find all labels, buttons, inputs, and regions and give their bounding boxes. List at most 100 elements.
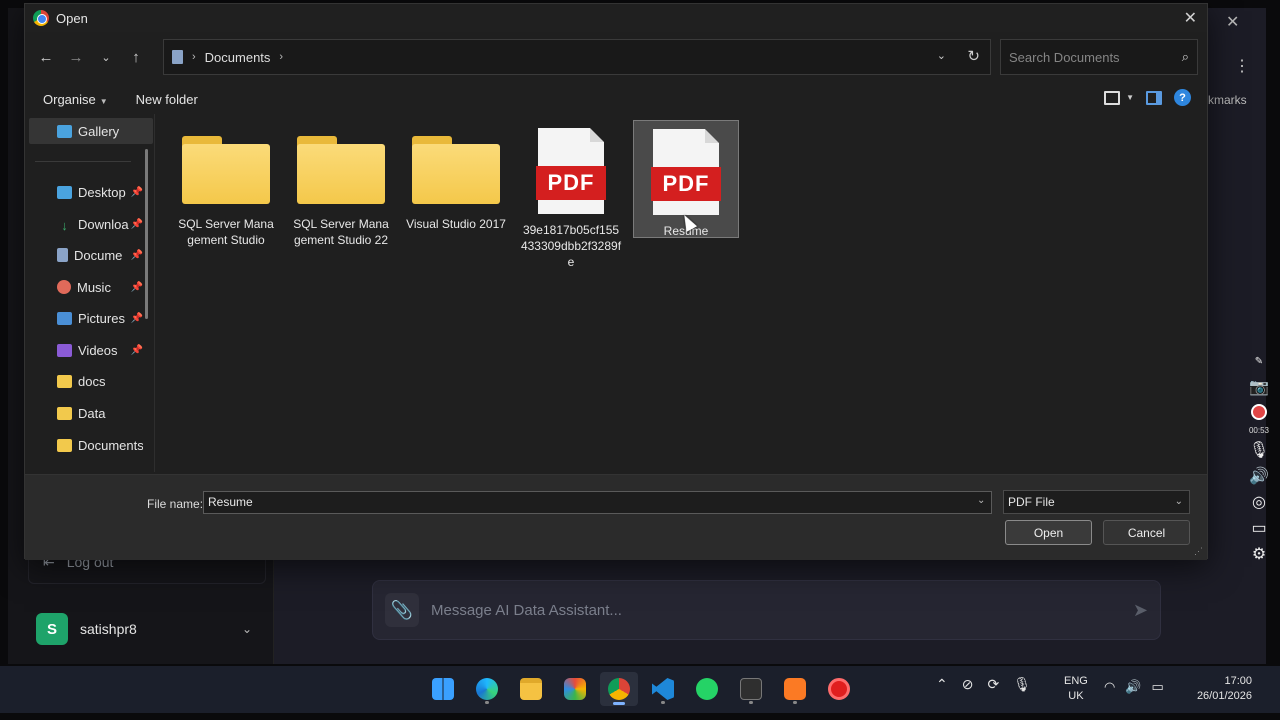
chevron-down-icon[interactable]: ⌄ xyxy=(242,622,252,636)
windows-icon xyxy=(432,678,454,700)
recording-toolbar: ✎ 📷 00:53 🎙 🔊 ◎ ▭ ⚙ xyxy=(1244,352,1274,574)
taskbar-edge[interactable] xyxy=(468,672,506,706)
wifi-icon: ◠ xyxy=(1104,679,1116,694)
taskbar-chrome[interactable] xyxy=(600,672,638,706)
message-input-bar[interactable]: 📎 Message AI Data Assistant... ➤ xyxy=(372,580,1161,640)
clock[interactable]: 17:00 26/01/2026 xyxy=(1188,674,1252,704)
nav-item-label: Documents xyxy=(78,437,143,453)
system-tray: ⌃ ⊘ ⟳ 🎙 xyxy=(936,676,1031,693)
music-icon xyxy=(57,280,71,294)
new-folder-button[interactable]: New folder xyxy=(108,92,198,107)
webcam-icon[interactable]: ◎ xyxy=(1252,493,1266,513)
language-indicator[interactable]: ENG UK xyxy=(1064,674,1088,704)
nav-item-gallery[interactable]: Gallery xyxy=(29,118,153,144)
screen-recorder-icon xyxy=(828,678,850,700)
up-arrow-icon[interactable]: ↑ xyxy=(121,49,151,66)
dialog-footer: File name: Resume ⌄ PDF File ⌄ Open Canc… xyxy=(25,474,1207,560)
chevron-down-icon[interactable]: ⌄ xyxy=(937,49,946,62)
breadcrumb-separator-icon[interactable]: › xyxy=(192,51,196,63)
sync-icon[interactable]: ⟳ xyxy=(987,676,999,693)
file-name: SQL Server Management Studio 22 xyxy=(293,217,389,247)
help-icon[interactable]: ? xyxy=(1174,89,1191,106)
chevron-up-icon[interactable]: ⌃ xyxy=(936,676,948,693)
organise-menu-button[interactable]: Organise ▼ xyxy=(25,92,108,107)
file-item-folder[interactable]: SQL Server Management Studio 22 xyxy=(288,120,394,270)
nav-pane-scrollbar[interactable] xyxy=(145,149,148,319)
refresh-icon[interactable]: ↻ xyxy=(967,47,980,65)
edge-icon xyxy=(476,678,498,700)
camera-icon[interactable]: 📷 xyxy=(1249,378,1269,398)
downloads-icon: ↓ xyxy=(61,217,68,233)
chevron-down-icon[interactable]: ⌄ xyxy=(977,495,985,506)
quick-settings[interactable]: ◠ 🔊 ▭ xyxy=(1104,679,1164,695)
organise-label: Organise xyxy=(43,91,96,107)
hidden-eye-icon[interactable]: ⊘ xyxy=(962,676,974,693)
taskbar-terminal[interactable] xyxy=(732,672,770,706)
taskbar: ⌃ ⊘ ⟳ 🎙 ENG UK ◠ 🔊 ▭ 17:00 26/01/2026 xyxy=(0,666,1280,713)
nav-item-desktop[interactable]: Desktop 📌 xyxy=(57,181,143,203)
resize-grip-icon[interactable]: ⋰ xyxy=(1194,546,1203,557)
nav-item-music[interactable]: Music 📌 xyxy=(57,276,143,298)
nav-item-downloads[interactable]: ↓ Downloa 📌 xyxy=(57,213,143,235)
file-explorer-icon xyxy=(520,678,542,700)
cancel-button[interactable]: Cancel xyxy=(1103,520,1190,545)
record-stop-icon[interactable] xyxy=(1251,404,1267,420)
file-item-pdf[interactable]: PDF 39e1817b05cf155433309dbb2f3289fe xyxy=(518,120,624,270)
pencil-icon[interactable]: ✎ xyxy=(1255,352,1263,372)
breadcrumb-separator-icon[interactable]: › xyxy=(279,51,283,63)
nav-item-documents-folder[interactable]: Documents xyxy=(57,434,143,456)
taskbar-photos[interactable] xyxy=(556,672,594,706)
gear-icon[interactable]: ⚙ xyxy=(1252,545,1266,565)
pin-icon: 📌 xyxy=(130,344,143,356)
start-button[interactable] xyxy=(424,672,462,706)
close-icon[interactable]: ✕ xyxy=(1184,8,1197,28)
battery-icon: ▭ xyxy=(1151,679,1164,694)
nav-item-videos[interactable]: Videos 📌 xyxy=(57,339,143,361)
taskbar-xampp[interactable] xyxy=(776,672,814,706)
documents-location-icon xyxy=(172,50,183,64)
back-arrow-icon[interactable]: ← xyxy=(31,49,61,66)
taskbar-file-explorer[interactable] xyxy=(512,672,550,706)
search-box[interactable]: Search Documents ⌕ xyxy=(1000,39,1198,75)
microphone-icon[interactable]: 🎙 xyxy=(1013,676,1031,693)
navigation-bar: ← → ⌄ ↑ › Documents › ⌄ ↻ Search Documen… xyxy=(25,39,1207,75)
file-type-select[interactable]: PDF File ⌄ xyxy=(1003,490,1190,514)
nav-item-pictures[interactable]: Pictures 📌 xyxy=(57,307,143,329)
search-input[interactable]: Search Documents xyxy=(1009,50,1182,65)
address-bar[interactable]: › Documents › ⌄ ↻ xyxy=(163,39,991,75)
preview-pane-icon[interactable] xyxy=(1146,90,1162,105)
file-name: SQL Server Management Studio xyxy=(178,217,274,247)
taskbar-whatsapp[interactable] xyxy=(688,672,726,706)
pdf-badge: PDF xyxy=(536,166,606,200)
file-name-field[interactable]: Resume xyxy=(203,491,992,514)
recent-locations-chevron-icon[interactable]: ⌄ xyxy=(91,51,121,64)
browser-menu-icon[interactable]: ⋮ xyxy=(1234,56,1250,76)
window-icon[interactable]: ▭ xyxy=(1251,519,1266,539)
folder-icon xyxy=(57,438,72,452)
file-item-folder[interactable]: Visual Studio 2017 xyxy=(403,120,509,270)
nav-item-data[interactable]: Data xyxy=(57,402,143,424)
attach-icon[interactable]: 📎 xyxy=(385,593,419,627)
nav-item-documents[interactable]: Docume 📌 xyxy=(57,244,143,266)
browser-close-icon[interactable]: ✕ xyxy=(1226,12,1239,32)
taskbar-recorder[interactable] xyxy=(820,672,858,706)
send-icon[interactable]: ➤ xyxy=(1133,600,1148,621)
clock-date: 26/01/2026 xyxy=(1196,690,1252,702)
folder-icon xyxy=(412,136,500,208)
chrome-icon xyxy=(33,10,49,26)
forward-arrow-icon[interactable]: → xyxy=(61,49,91,66)
user-menu[interactable]: S satishpr8 ⌄ xyxy=(28,604,266,654)
nav-item-docs[interactable]: docs xyxy=(57,370,143,392)
videos-icon xyxy=(57,343,72,357)
speaker-icon[interactable]: 🔊 xyxy=(1249,467,1269,487)
username: satishpr8 xyxy=(80,621,137,637)
caret-down-icon[interactable]: ▼ xyxy=(1126,93,1134,102)
breadcrumb-documents[interactable]: Documents xyxy=(205,50,271,65)
microphone-icon[interactable]: 🎙 xyxy=(1249,441,1269,461)
file-item-folder[interactable]: SQL Server Management Studio xyxy=(173,120,279,270)
open-button[interactable]: Open xyxy=(1005,520,1092,545)
message-input[interactable]: Message AI Data Assistant... xyxy=(431,602,1121,619)
view-mode-icon[interactable] xyxy=(1104,90,1121,105)
clock-time: 17:00 xyxy=(1224,675,1252,687)
taskbar-vscode[interactable] xyxy=(644,672,682,706)
